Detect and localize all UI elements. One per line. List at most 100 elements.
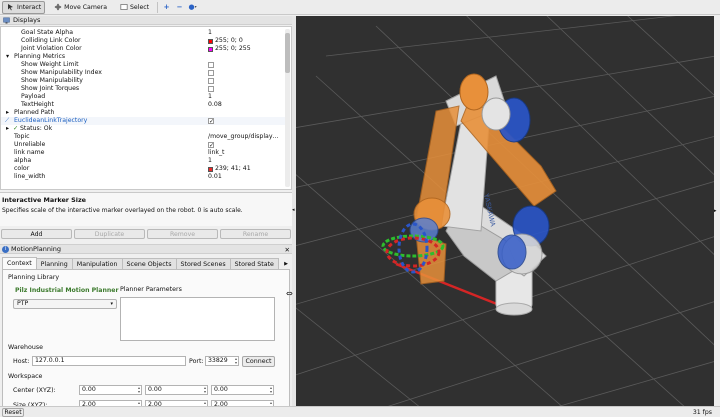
expand-right-arrow-icon[interactable]: ▸	[714, 208, 717, 214]
host-input[interactable]: 127.0.0.1	[32, 356, 186, 366]
select-tool-button[interactable]: Select	[115, 1, 153, 14]
property-value-text: 0.01	[208, 173, 222, 180]
tab-manipulation[interactable]: Manipulation	[71, 258, 123, 269]
tree-row[interactable]: Show Manipulability	[1, 77, 285, 85]
planner-select[interactable]: PTP ▾	[13, 299, 117, 309]
tab-planning[interactable]: Planning	[35, 258, 73, 269]
tool-properties-icon[interactable]: ● ▾	[188, 3, 197, 12]
property-value[interactable]	[208, 69, 214, 77]
close-icon[interactable]: ✕	[285, 246, 290, 254]
select-icon	[119, 3, 128, 12]
rename-button[interactable]: Rename	[220, 229, 291, 239]
connect-button[interactable]: Connect	[242, 356, 275, 367]
tree-row[interactable]: ⟋ EuclideanLinkTrajectory ✓	[1, 117, 285, 125]
property-value[interactable]: 0.08	[208, 101, 222, 109]
checkbox[interactable]	[208, 62, 214, 68]
displays-icon	[2, 16, 11, 25]
tree-row[interactable]: Goal State Alpha 1	[1, 29, 285, 37]
remove-button[interactable]: Remove	[147, 229, 218, 239]
motion-planning-title: MotionPlanning	[11, 245, 62, 253]
property-value-text: /move_group/display…	[208, 133, 279, 140]
tab-stored-scenes[interactable]: Stored Scenes	[175, 258, 231, 269]
mouse-cursor-icon: ⇔	[286, 289, 293, 298]
tree-row[interactable]: ▾ Planning Metrics	[1, 53, 285, 61]
right-dock-collapsed[interactable]: ▸	[714, 16, 720, 406]
port-input[interactable]: 33829 ▴ ▾	[205, 356, 239, 366]
property-name: alpha	[14, 157, 32, 164]
property-value[interactable]	[208, 77, 214, 85]
center-z-input[interactable]: 0.00 ▴ ▾	[211, 385, 274, 395]
property-value[interactable]: 1	[208, 93, 212, 101]
move-camera-tool-button[interactable]: Move Camera	[49, 1, 111, 14]
tree-row[interactable]: alpha 1	[1, 157, 285, 165]
robot-model: YASKAWA	[381, 73, 557, 316]
property-value[interactable]: ✓	[208, 117, 214, 125]
center-label: Center (XYZ):	[13, 387, 56, 394]
property-value[interactable]: 1	[208, 29, 212, 37]
tree-row[interactable]: Payload 1	[1, 93, 285, 101]
color-swatch	[208, 166, 213, 172]
spinner-arrows-icon[interactable]: ▴▾	[270, 386, 272, 394]
checkbox[interactable]: ✓	[208, 142, 214, 149]
trajectory-display-icon: ⟋	[5, 117, 10, 124]
render-viewport[interactable]: YASKAWA	[296, 16, 714, 406]
tree-row[interactable]: line_width 0.01	[1, 173, 285, 181]
expand-arrow-icon[interactable]: ▸	[6, 125, 9, 133]
checkbox[interactable]	[208, 78, 214, 84]
duplicate-button[interactable]: Duplicate	[74, 229, 145, 239]
property-value[interactable]: 239; 41; 41	[208, 165, 251, 173]
center-x-input[interactable]: 0.00 ▴ ▾	[79, 385, 142, 395]
tree-scrollbar[interactable]	[285, 29, 290, 187]
property-name: Unreliable	[14, 141, 46, 148]
tree-row[interactable]: Show Manipulability Index	[1, 69, 285, 77]
color-swatch	[208, 46, 213, 52]
tree-row[interactable]: Topic /move_group/display…	[1, 133, 285, 141]
checkbox[interactable]	[208, 70, 214, 76]
property-value[interactable]: ✓	[208, 141, 214, 149]
property-value[interactable]: /move_group/display…	[208, 133, 279, 141]
spinner-arrows-icon[interactable]: ▴▾	[235, 357, 237, 365]
displays-tree[interactable]: Goal State Alpha 1 Colliding Link Color …	[0, 26, 292, 190]
tree-row[interactable]: ▸ Planned Path	[1, 109, 285, 117]
planner-parameters-table[interactable]	[120, 297, 275, 341]
property-value[interactable]: 0.01	[208, 173, 222, 181]
add-tool-icon[interactable]: +	[162, 3, 171, 12]
status-ok-icon: ✓	[13, 125, 19, 132]
property-value-text: 239; 41; 41	[215, 165, 251, 172]
remove-tool-icon[interactable]: −	[175, 3, 184, 12]
property-value[interactable]	[208, 61, 214, 69]
tree-row[interactable]: TextHeight 0.08	[1, 101, 285, 109]
expand-arrow-icon[interactable]: ▸	[6, 109, 9, 117]
color-swatch	[208, 38, 213, 44]
tree-row[interactable]: Colliding Link Color 255; 0; 0	[1, 37, 285, 45]
tree-row[interactable]: color 239; 41; 41	[1, 165, 285, 173]
enabled-checkbox[interactable]: ✓	[208, 118, 214, 125]
add-button[interactable]: Add	[1, 229, 72, 239]
property-value[interactable]: link_t	[208, 149, 224, 157]
tab-scroll-right-icon[interactable]: ▶	[282, 259, 290, 269]
interact-tool-button[interactable]: Interact	[2, 0, 46, 14]
tab-stored-state[interactable]: Stored State	[229, 258, 279, 269]
spinner-arrows-icon[interactable]: ▴▾	[138, 386, 140, 394]
tree-row[interactable]: Unreliable ✓	[1, 141, 285, 149]
tab-context[interactable]: Context	[2, 257, 37, 269]
tree-row[interactable]: Show Weight Limit	[1, 61, 285, 69]
scrollbar-thumb[interactable]	[285, 33, 290, 73]
expand-arrow-icon[interactable]: ▾	[6, 53, 9, 61]
tree-row[interactable]: Joint Violation Color 255; 0; 255	[1, 45, 285, 53]
property-value[interactable]: 1	[208, 157, 212, 165]
tree-row[interactable]: ▸ ✓ Status: Ok	[1, 125, 285, 133]
property-value[interactable]: 255; 0; 0	[208, 37, 243, 45]
property-value[interactable]	[208, 85, 214, 93]
tree-row[interactable]: link name link_t	[1, 149, 285, 157]
collapse-left-arrow-icon[interactable]: ◂	[292, 207, 295, 213]
spinner-arrows-icon[interactable]: ▴▾	[204, 386, 206, 394]
center-y-input[interactable]: 0.00 ▴ ▾	[145, 385, 208, 395]
property-value[interactable]: 255; 0; 255	[208, 45, 251, 53]
tree-row[interactable]: Show Joint Torques	[1, 85, 285, 93]
main-toolbar: Interact Move Camera Select + − ● ▾	[0, 0, 720, 15]
tab-scene-objects[interactable]: Scene Objects	[121, 258, 177, 269]
property-name: Show Manipulability	[21, 77, 83, 84]
checkbox[interactable]	[208, 86, 214, 92]
reset-button[interactable]: Reset	[2, 408, 24, 417]
